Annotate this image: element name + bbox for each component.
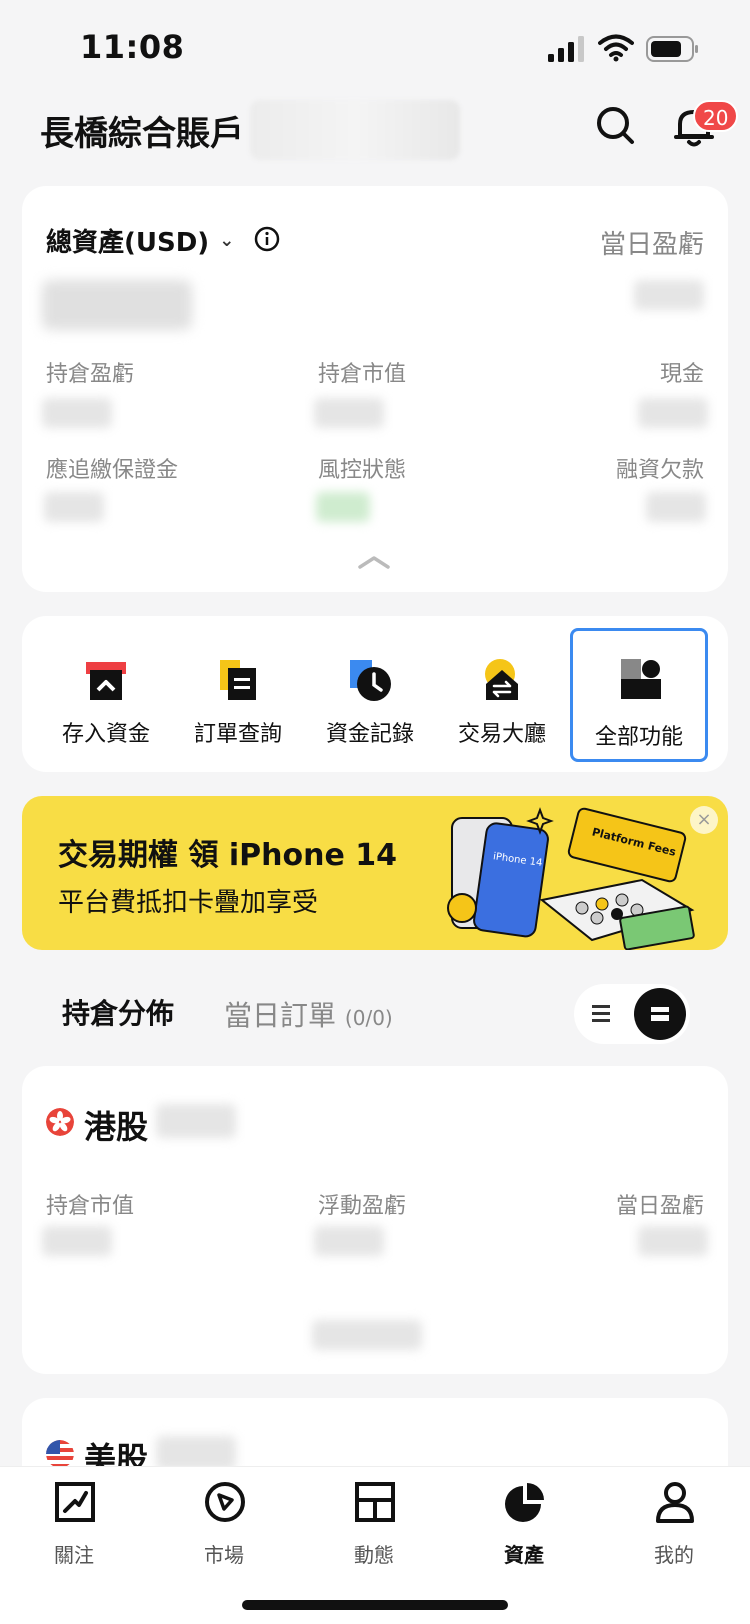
hong-kong-flag-icon [46,1108,74,1136]
holding-market-value-masked [314,398,384,428]
info-icon[interactable] [254,226,280,252]
account-title[interactable]: 長橋綜合賬戶 [40,106,244,155]
banner-illustration: iPhone 14 Platform Fees [447,807,695,950]
tabbar-feed-label: 動態 [354,1543,394,1567]
tabbar-item-profile[interactable]: 我的 [624,1481,724,1581]
cellular-signal-icon [548,36,584,62]
financing-debt-value-masked [646,492,706,522]
daily-pl-value-masked [634,280,704,310]
list-view-icon[interactable] [590,1002,612,1026]
daily-orders-count: (0/0) [344,1006,393,1030]
action-order-query-label: 訂單查詢 [193,722,282,747]
banner-title: 交易期權 領 iPhone 14 [58,838,398,873]
tabbar-item-assets[interactable]: 資產 [474,1481,574,1581]
action-fund-record[interactable]: 資金記錄 [304,634,436,754]
trading-hall-icon [485,659,518,700]
hk-market-value-label: 持倉市值 [46,1194,135,1219]
holding-pl-label: 持倉盈虧 [46,362,135,387]
holdings-tabs: 持倉分佈 當日訂單 (0/0) [0,970,750,1060]
hk-market-total-masked [156,1104,236,1138]
margin-call-label: 應追繳保證金 [46,458,179,483]
hk-market-card[interactable]: 港股 持倉市值 浮動盈虧 當日盈虧 [22,1066,728,1374]
chevron-down-icon: ⌄ [219,230,235,251]
tabbar-item-feed[interactable]: 動態 [324,1481,424,1581]
battery-icon [646,36,698,62]
all-functions-icon [621,659,661,699]
tabbar-profile-label: 我的 [654,1543,694,1567]
hk-daily-pl-masked [638,1226,708,1256]
quick-actions-card: 存入資金 訂單查詢 資金記錄 交易大廳 全部功能 [22,616,728,772]
promo-banner[interactable]: 交易期權 領 iPhone 14 平台費抵扣卡疊加享受 iPhone 14 Pl… [22,796,728,950]
order-query-icon [220,660,256,700]
header: 長橋綜合賬戶 [0,96,750,186]
hk-daily-pl-label: 當日盈虧 [615,1194,704,1219]
banner-subtitle: 平台費抵扣卡疊加享受 [58,888,319,918]
view-toggle[interactable] [574,984,690,1044]
hk-empty-state-masked [312,1320,422,1350]
cash-value-masked [638,398,708,428]
action-deposit[interactable]: 存入資金 [40,634,172,754]
action-all-functions-label: 全部功能 [594,725,683,750]
deposit-icon [86,662,126,700]
wifi-icon [598,34,634,62]
action-trading-hall[interactable]: 交易大廳 [436,634,568,754]
profile-icon [656,1482,694,1523]
us-flag-icon [46,1440,74,1468]
margin-call-value-masked [44,492,104,522]
tab-daily-orders-label: 當日訂單 [224,999,337,1032]
assets-pie-icon [505,1483,544,1522]
total-assets-label: 總資產(USD) [46,228,210,258]
card-view-icon [651,1007,669,1021]
hk-market-title: 港股 [84,1108,149,1146]
daily-pl-label: 當日盈虧 [599,230,704,260]
holding-market-value-label: 持倉市值 [318,362,407,387]
assets-card: 總資產(USD) ⌄ 當日盈虧 持倉盈虧 持倉市值 現金 應追繳保證金 風控狀態… [22,186,728,592]
search-icon[interactable] [594,104,636,146]
watchlist-icon [55,1482,95,1522]
banner-close-button[interactable]: × [690,806,718,834]
action-deposit-label: 存入資金 [61,722,150,747]
status-bar: 11:08 [0,0,750,96]
notification-badge: 20 [693,100,739,132]
action-all-functions[interactable]: 全部功能 [570,628,708,762]
hk-floating-pl-masked [314,1226,384,1256]
market-compass-icon [205,1482,245,1522]
tabbar-item-market[interactable]: 市場 [174,1481,274,1581]
action-trading-hall-label: 交易大廳 [457,722,546,747]
action-order-query[interactable]: 訂單查詢 [172,634,304,754]
tabbar-watchlist-label: 關注 [54,1543,94,1567]
hk-floating-pl-label: 浮動盈虧 [318,1194,407,1219]
tabbar-item-watchlist[interactable]: 關注 [24,1481,124,1581]
total-assets-value-masked [42,280,192,330]
total-assets-selector[interactable]: 總資產(USD) ⌄ [46,222,234,259]
tab-daily-orders[interactable]: 當日訂單 (0/0) [224,994,393,1034]
account-selector-masked[interactable] [250,100,460,160]
status-time: 11:08 [80,28,185,66]
tab-holdings-distribution[interactable]: 持倉分佈 [62,992,174,1032]
action-fund-record-label: 資金記錄 [325,722,414,747]
financing-debt-label: 融資欠款 [615,458,704,483]
risk-status-label: 風控狀態 [318,458,407,483]
collapse-chevron-up-icon[interactable] [356,552,392,572]
risk-status-value-masked [316,492,370,522]
feed-icon [355,1482,395,1522]
home-indicator[interactable] [242,1600,508,1610]
cash-label: 現金 [659,362,704,387]
card-view-button[interactable] [634,988,686,1040]
fund-record-icon [350,660,391,701]
tabbar-assets-label: 資產 [504,1543,544,1567]
us-market-total-masked [156,1436,236,1470]
hk-market-value-masked [42,1226,112,1256]
holding-pl-value-masked [42,398,112,428]
tabbar-market-label: 市場 [204,1543,244,1567]
